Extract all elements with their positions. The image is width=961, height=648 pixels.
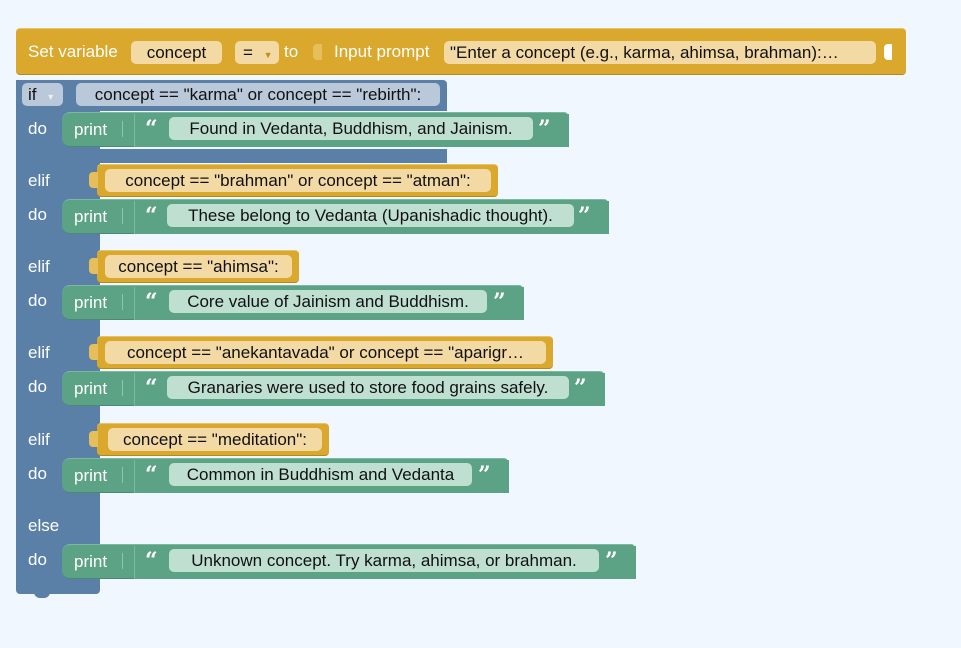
- elif-condition-field-3[interactable]: concept == "anekantavada" or concept == …: [105, 341, 546, 364]
- operator-dropdown[interactable]: = ▼: [235, 41, 279, 64]
- print-text-field-3[interactable]: Granaries were used to store food grains…: [167, 376, 569, 399]
- close-quote-icon: ”: [478, 462, 491, 488]
- chevron-down-icon: ▼: [263, 50, 273, 60]
- print-socket-divider-4: [122, 467, 123, 483]
- else-label: else: [28, 516, 60, 535]
- elif-label-2: elif: [28, 257, 50, 276]
- print-socket-divider-1: [122, 208, 123, 224]
- elif-condition-field-1[interactable]: concept == "brahman" or concept == "atma…: [105, 169, 491, 192]
- open-quote-icon: “: [145, 289, 158, 315]
- print-text-field-else[interactable]: Unknown concept. Try karma, ahimsa, or b…: [169, 549, 599, 572]
- print-label-3: print: [74, 379, 108, 398]
- print-text-field-2[interactable]: Core value of Jainism and Buddhism.: [169, 290, 487, 313]
- print-label-1: print: [74, 207, 108, 226]
- print-socket-divider-else: [122, 553, 123, 569]
- open-quote-icon: “: [145, 462, 158, 488]
- print-text-field-1[interactable]: These belong to Vedanta (Upanishadic tho…: [167, 204, 574, 227]
- open-quote-icon: “: [145, 375, 158, 401]
- elif-label-1: elif: [28, 171, 50, 190]
- print-label-0: print: [74, 120, 108, 139]
- condition-socket-icon: [89, 172, 98, 188]
- if-mode-dropdown[interactable]: if ▼: [22, 83, 63, 106]
- condition-socket-icon: [89, 431, 98, 447]
- do-label-else: do: [28, 550, 47, 569]
- open-quote-icon: “: [145, 116, 158, 142]
- close-quote-icon: ”: [574, 375, 587, 401]
- operator-value: =: [243, 43, 253, 62]
- do-label-3: do: [28, 377, 47, 396]
- do-label-1: do: [28, 205, 47, 224]
- print-text-field-0[interactable]: Found in Vedanta, Buddhism, and Jainism.: [169, 117, 533, 140]
- branch-1-footer: [16, 149, 447, 163]
- print-socket-divider-0: [122, 121, 123, 137]
- condition-socket-icon: [89, 344, 98, 360]
- input-prompt-label: Input prompt: [334, 42, 430, 61]
- condition-socket-icon: [89, 258, 98, 274]
- print-label-4: print: [74, 466, 108, 485]
- close-quote-icon: ”: [493, 289, 506, 315]
- close-quote-icon: ”: [605, 548, 618, 574]
- block-bottom-tab: [34, 592, 50, 598]
- do-label-4: do: [28, 464, 47, 483]
- open-quote-icon: “: [145, 548, 158, 574]
- elif-label-4: elif: [28, 430, 50, 449]
- variable-name-field[interactable]: concept: [131, 41, 222, 64]
- elif-condition-field-2[interactable]: concept == "ahimsa":: [105, 255, 292, 278]
- if-condition-field[interactable]: concept == "karma" or concept == "rebirt…: [76, 83, 440, 106]
- print-text-field-4[interactable]: Common in Buddhism and Vedanta: [169, 463, 472, 486]
- socket-end-icon: [884, 44, 892, 60]
- print-label-else: print: [74, 552, 108, 571]
- open-quote-icon: “: [145, 203, 158, 229]
- elif-label-3: elif: [28, 343, 50, 362]
- if-label: if: [28, 85, 37, 104]
- close-quote-icon: ”: [578, 203, 591, 229]
- elif-condition-field-4[interactable]: concept == "meditation":: [108, 428, 322, 451]
- print-socket-divider-2: [122, 294, 123, 310]
- set-variable-label: Set variable: [28, 42, 118, 61]
- input-socket-notch-icon: [313, 44, 322, 60]
- close-quote-icon: ”: [538, 116, 551, 142]
- prompt-text-field[interactable]: "Enter a concept (e.g., karma, ahimsa, b…: [444, 41, 876, 64]
- to-label: to: [284, 42, 299, 61]
- print-socket-divider-3: [122, 380, 123, 396]
- do-label-2: do: [28, 291, 47, 310]
- chevron-down-icon: ▼: [46, 92, 56, 102]
- print-label-2: print: [74, 293, 108, 312]
- do-label-0: do: [28, 119, 47, 138]
